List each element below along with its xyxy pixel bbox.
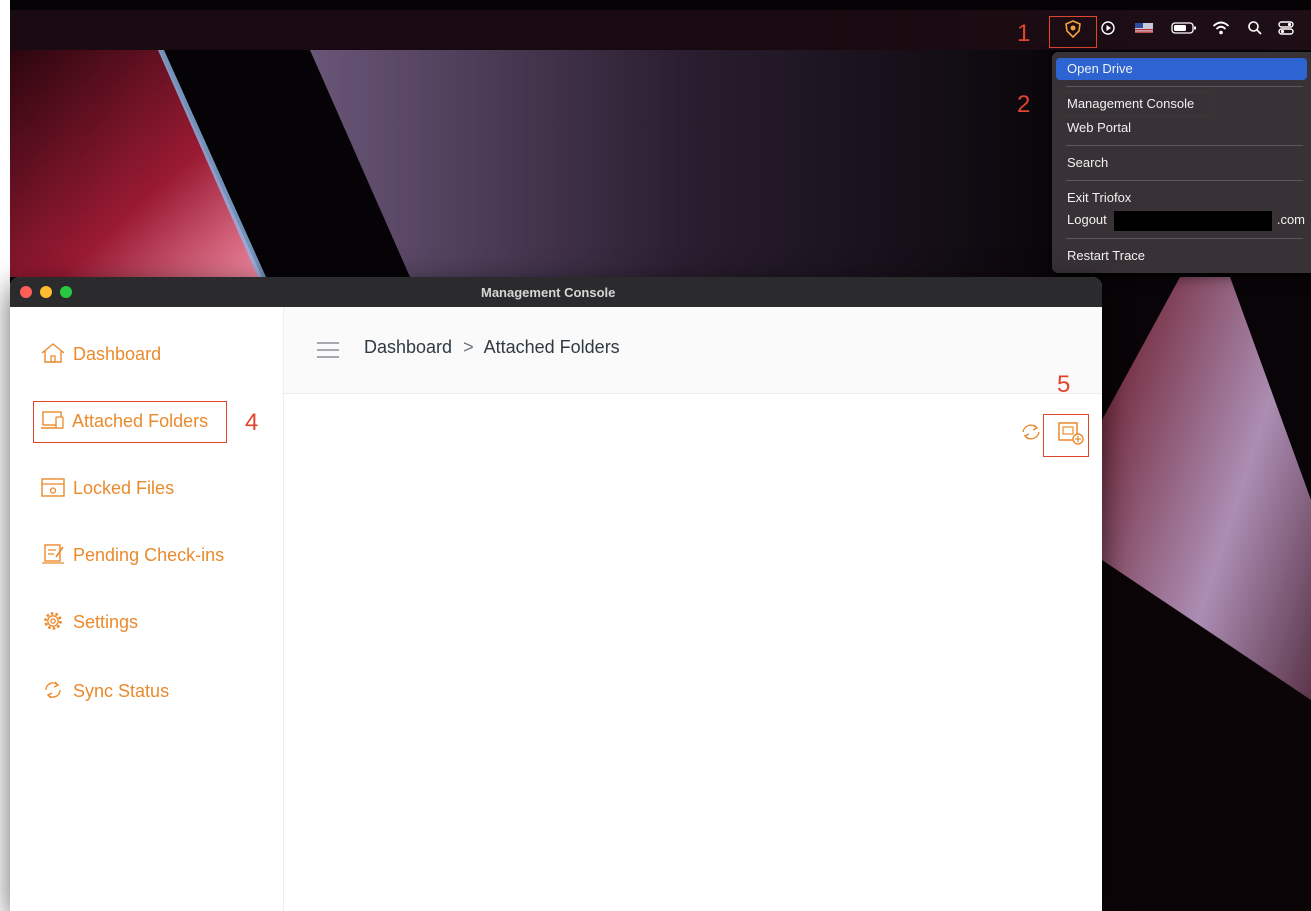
menu-item-search[interactable]: Search xyxy=(1056,152,1307,174)
minimize-button[interactable] xyxy=(40,286,52,298)
sidebar-item-settings[interactable]: Settings xyxy=(40,608,138,636)
highlight-triofox-icon xyxy=(1049,16,1097,48)
menu-item-exit[interactable]: Exit Triofox xyxy=(1056,187,1307,209)
sidebar-item-dashboard[interactable]: Dashboard xyxy=(40,340,161,368)
home-icon xyxy=(41,343,65,363)
sidebar-item-label: Dashboard xyxy=(73,344,162,364)
main-content: Dashboard > Attached Folders xyxy=(284,307,1102,911)
logout-label: Logout xyxy=(1067,212,1107,227)
content-header: Dashboard > Attached Folders xyxy=(284,307,1102,394)
menu-separator xyxy=(1066,180,1303,181)
highlight-attached-folders xyxy=(33,401,227,443)
breadcrumb-current: Attached Folders xyxy=(483,337,620,357)
breadcrumb-dashboard[interactable]: Dashboard xyxy=(364,337,452,357)
zoom-button[interactable] xyxy=(60,286,72,298)
highlight-attach-folder xyxy=(1043,414,1089,457)
sidebar-item-locked-files[interactable]: Locked Files xyxy=(40,474,174,502)
battery-icon[interactable] xyxy=(1170,20,1198,40)
sync-icon xyxy=(45,681,61,699)
menu-item-logout[interactable]: Logout .com xyxy=(1056,209,1307,231)
callout-2: 2 xyxy=(1017,91,1031,118)
menu-item-management-console[interactable]: Management Console xyxy=(1056,93,1307,115)
refresh-icon[interactable] xyxy=(1018,421,1044,443)
sidebar-item-label: Pending Check-ins xyxy=(73,545,225,565)
menu-separator xyxy=(1066,86,1303,87)
close-button[interactable] xyxy=(20,286,32,298)
menu-bar xyxy=(10,10,1311,50)
sidebar-item-sync-status[interactable]: Sync Status xyxy=(40,677,169,705)
gear-icon xyxy=(44,612,62,630)
redacted-email xyxy=(1114,211,1272,231)
logout-domain: .com xyxy=(1276,212,1305,227)
control-center-icon[interactable] xyxy=(1275,20,1297,40)
pending-checkin-icon xyxy=(42,544,64,564)
wifi-icon[interactable] xyxy=(1210,20,1232,40)
callout-5: 5 xyxy=(1057,371,1071,398)
window-titlebar: Management Console xyxy=(10,277,1102,307)
menu-separator xyxy=(1066,238,1303,239)
callout-1: 1 xyxy=(1017,20,1031,47)
callout-4: 4 xyxy=(245,409,259,436)
sidebar: Dashboard Attached Folders Locked Files … xyxy=(10,307,284,911)
sidebar-item-label: Sync Status xyxy=(73,681,170,701)
triofox-menu: Open Drive Management Console Web Portal… xyxy=(1052,52,1311,273)
sidebar-item-pending-checkins[interactable]: Pending Check-ins xyxy=(40,541,224,569)
hamburger-menu-icon[interactable] xyxy=(316,340,340,360)
management-console-window: Management Console Dashboard Attached Fo… xyxy=(10,277,1102,911)
breadcrumb-separator: > xyxy=(463,337,474,357)
menu-item-restart-trace[interactable]: Restart Trace xyxy=(1056,245,1307,267)
window-title: Management Console xyxy=(481,285,616,300)
search-icon[interactable] xyxy=(1244,20,1266,40)
menu-separator xyxy=(1066,145,1303,146)
menu-item-open-drive[interactable]: Open Drive xyxy=(1056,58,1307,80)
sidebar-item-label: Locked Files xyxy=(73,478,175,498)
desktop: 1 2 3 Open Drive Management Console Web … xyxy=(0,0,1311,911)
play-icon[interactable] xyxy=(1097,20,1119,40)
breadcrumb: Dashboard > Attached Folders xyxy=(364,337,620,358)
menu-item-web-portal[interactable]: Web Portal xyxy=(1056,117,1307,139)
sidebar-item-label: Settings xyxy=(73,612,139,632)
flag-icon[interactable] xyxy=(1133,20,1155,40)
locked-window-icon xyxy=(41,478,65,497)
